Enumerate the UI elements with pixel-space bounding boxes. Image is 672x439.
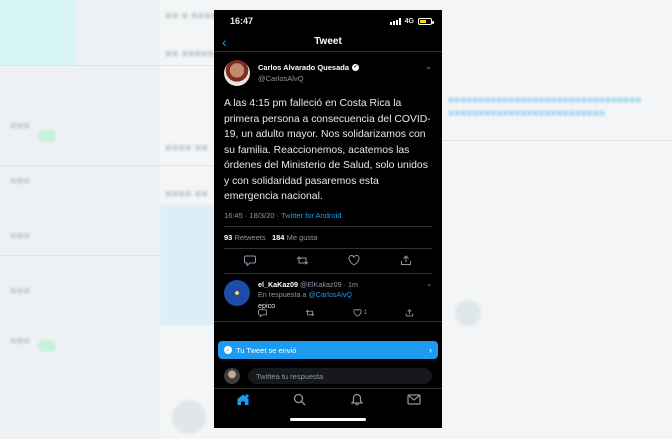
avatar[interactable]: [224, 60, 250, 86]
background-blur: ■■■: [10, 120, 30, 132]
background-blur: [172, 400, 206, 434]
retweets-label[interactable]: Retweets: [234, 233, 265, 242]
tweet-actions: [224, 249, 432, 274]
mention-link[interactable]: @CarlosAlvQ: [308, 290, 352, 299]
check-icon: ✓: [224, 346, 232, 354]
bottom-tab-bar: [214, 388, 442, 410]
background-blur: [160, 205, 220, 325]
background-blur: ■■■: [10, 335, 30, 347]
background-blur: ■■■■■■■■■■■■■■■■■■■■■■■■■■: [448, 108, 606, 119]
top-navigation: ‹ Tweet: [214, 32, 442, 52]
author-name-label: Carlos Alvarado Quesada: [258, 63, 350, 72]
background-blur: ■■ ■ ■■■■: [165, 10, 218, 22]
back-arrow-icon[interactable]: ‹: [222, 35, 227, 49]
background-blur: ■■■: [10, 285, 30, 297]
chevron-down-icon[interactable]: ⌄: [426, 280, 432, 288]
avatar[interactable]: [224, 279, 250, 306]
tweet-source-link[interactable]: Twitter for Android: [281, 211, 341, 220]
background-highlight: [0, 0, 75, 65]
status-bar: 16:47 4G: [214, 10, 442, 32]
background-blur: [455, 300, 481, 326]
chevron-down-icon[interactable]: ⌄: [425, 62, 432, 71]
avatar: [224, 368, 240, 384]
likes-count[interactable]: 184: [272, 233, 285, 242]
background-blur: ■■■■■■■■■■■■■■■■■■■■■■■■■■■■■■■■: [448, 95, 642, 106]
reply-actions: 1: [258, 308, 414, 317]
tweet-stats: 93 Retweets 184 Me gusta: [224, 227, 432, 249]
network-label: 4G: [404, 17, 414, 25]
reply-icon[interactable]: [243, 255, 257, 267]
background-blur: [38, 130, 56, 142]
share-icon[interactable]: [405, 308, 414, 317]
chevron-right-icon[interactable]: ›: [429, 345, 432, 355]
signal-icon: [389, 17, 401, 25]
page-title: Tweet: [314, 36, 342, 47]
like-icon[interactable]: [347, 255, 361, 267]
reply-context: En respuesta a @CarlosAlvQ: [258, 290, 358, 300]
reply-tweet[interactable]: el_KaKaz09 @ElKakaz09 · 1m En respuesta …: [214, 274, 442, 322]
background-blur: ■■■: [10, 230, 30, 242]
like-count: 1: [363, 309, 368, 316]
author-names: Carlos Alvarado Quesada ✓ @CarlosAlvQ: [258, 62, 360, 84]
retweet-icon[interactable]: [295, 255, 309, 267]
tweet-author[interactable]: Carlos Alvarado Quesada ✓ @CarlosAlvQ: [224, 60, 432, 86]
retweet-icon[interactable]: [305, 309, 315, 317]
screenshot-stage: ■■ ■ ■■■■ ■■ ■■■■■■ ■■■■ ■■ ■■■■ ■■ ■■■ …: [0, 0, 672, 439]
verified-badge-icon: ✓: [352, 64, 360, 71]
search-icon[interactable]: [290, 392, 310, 408]
like-icon: [353, 308, 362, 317]
status-indicators: 4G: [389, 17, 434, 25]
reply-author-handle: @ElKakaz09 · 1m: [299, 279, 358, 289]
reply-icon[interactable]: [258, 308, 267, 317]
phone-screen: 16:47 4G ‹ Tweet Carlos Alvarado Quesada…: [214, 10, 442, 428]
background-blur: ■■ ■■■■■■: [165, 48, 222, 60]
retweets-count[interactable]: 93: [224, 233, 232, 242]
messages-icon[interactable]: [404, 392, 424, 408]
background-divider: [442, 140, 672, 141]
main-tweet[interactable]: Carlos Alvarado Quesada ✓ @CarlosAlvQ ⌄ …: [214, 52, 442, 274]
reply-composer: Twittea tu respuesta: [224, 367, 432, 385]
background-blur: [38, 340, 56, 352]
background-divider: [0, 165, 214, 166]
share-icon[interactable]: [399, 255, 413, 267]
author-handle: @CarlosAlvQ: [258, 74, 304, 83]
author-display-name[interactable]: Carlos Alvarado Quesada ✓: [258, 62, 360, 73]
tweet-text: A las 4:15 pm falleció en Costa Rica la …: [224, 98, 431, 202]
tweet-timestamp: 16:45 · 18/3/20 ·: [224, 210, 280, 220]
toast-text: Tu Tweet se envió: [236, 345, 297, 355]
replying-prefix: En respuesta a: [258, 289, 307, 299]
background-blur: ■■■■ ■■: [165, 142, 208, 154]
background-blur: ■■■: [10, 175, 30, 187]
tweet-sent-toast[interactable]: ✓ Tu Tweet se envió ›: [218, 341, 438, 359]
status-time: 16:47: [230, 16, 254, 26]
tweet-meta: 16:45 · 18/3/20 · Twitter for Android: [224, 211, 432, 227]
like-button[interactable]: 1: [353, 308, 368, 317]
background-divider: [0, 65, 214, 66]
home-icon[interactable]: [233, 392, 253, 408]
background-blur: ■■■■ ■■: [165, 188, 208, 200]
battery-icon: [418, 17, 434, 25]
notifications-icon[interactable]: [347, 392, 367, 408]
reply-input[interactable]: Twittea tu respuesta: [248, 368, 432, 384]
likes-label[interactable]: Me gusta: [287, 233, 318, 242]
reply-author-name[interactable]: el_KaKaz09: [258, 280, 298, 289]
home-indicator[interactable]: [290, 418, 366, 421]
